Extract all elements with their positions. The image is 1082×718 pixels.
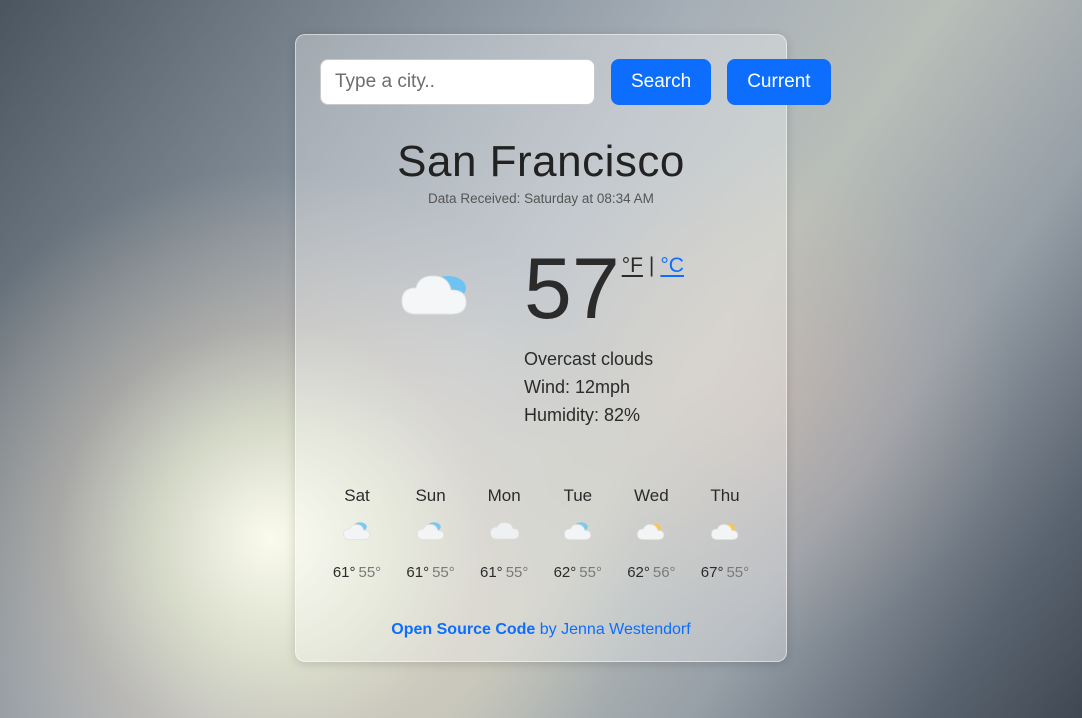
forecast-day-temps: 62°56° xyxy=(627,564,675,581)
unit-toggle: °F | °C xyxy=(622,254,684,278)
data-received-timestamp: Data Received: Saturday at 08:34 AM xyxy=(320,191,762,206)
forecast-day-label: Tue xyxy=(563,486,592,506)
weather-card: Search Current San Francisco Data Receiv… xyxy=(295,34,787,662)
cloud-overcast-icon xyxy=(416,518,446,546)
forecast-day-temps: 61°55° xyxy=(333,564,381,581)
cloud-overcast-icon xyxy=(563,518,593,546)
current-location-button[interactable]: Current xyxy=(727,59,830,105)
cloud-overcast-icon xyxy=(342,518,372,546)
unit-celsius[interactable]: °C xyxy=(660,254,684,278)
city-name: San Francisco xyxy=(320,137,762,187)
forecast-day: Wed 62°56° xyxy=(620,486,682,581)
forecast-lo: 56° xyxy=(653,564,676,581)
current-weather: 57 °F | °C Overcast clouds Wind: 12mph H… xyxy=(320,246,762,430)
unit-fahrenheit[interactable]: °F xyxy=(622,254,643,278)
forecast-day-label: Wed xyxy=(634,486,669,506)
forecast-lo: 55° xyxy=(432,564,455,581)
forecast-lo: 55° xyxy=(506,564,529,581)
forecast-day-temps: 61°55° xyxy=(480,564,528,581)
temperature-block: 57 °F | °C Overcast clouds Wind: 12mph H… xyxy=(524,246,684,430)
forecast-hi: 61° xyxy=(406,564,429,581)
forecast-day: Mon 61°55° xyxy=(473,486,535,581)
search-button[interactable]: Search xyxy=(611,59,711,105)
forecast-hi: 62° xyxy=(627,564,650,581)
forecast-day-label: Sat xyxy=(344,486,370,506)
forecast-day-label: Mon xyxy=(488,486,521,506)
cloud-sun-icon xyxy=(710,518,740,546)
forecast-lo: 55° xyxy=(359,564,382,581)
weather-humidity: Humidity: 82% xyxy=(524,402,684,430)
forecast-day: Sat 61°55° xyxy=(326,486,388,581)
forecast-hi: 67° xyxy=(701,564,724,581)
current-weather-icon xyxy=(398,268,482,333)
footer: Open Source Code by Jenna Westendorf xyxy=(320,621,762,639)
forecast-day-temps: 61°55° xyxy=(406,564,454,581)
weather-description: Overcast clouds xyxy=(524,346,684,374)
forecast-row: Sat 61°55° Sun 61°55° Mon 61°55° Tue 62°… xyxy=(320,486,762,581)
forecast-lo: 55° xyxy=(579,564,602,581)
open-source-link[interactable]: Open Source Code xyxy=(391,621,535,638)
forecast-day-label: Sun xyxy=(415,486,445,506)
forecast-day-label: Thu xyxy=(710,486,739,506)
forecast-hi: 61° xyxy=(480,564,503,581)
forecast-day-temps: 62°55° xyxy=(554,564,602,581)
footer-byline: by Jenna Westendorf xyxy=(535,621,690,638)
weather-wind: Wind: 12mph xyxy=(524,374,684,402)
cloud-overcast-icon xyxy=(398,268,482,328)
forecast-day: Tue 62°55° xyxy=(547,486,609,581)
temperature-line: 57 °F | °C xyxy=(524,246,684,332)
forecast-hi: 62° xyxy=(554,564,577,581)
forecast-day: Thu 67°55° xyxy=(694,486,756,581)
forecast-hi: 61° xyxy=(333,564,356,581)
cloud-sun-icon xyxy=(636,518,666,546)
forecast-day: Sun 61°55° xyxy=(400,486,462,581)
temperature-value: 57 xyxy=(524,246,620,332)
search-row: Search Current xyxy=(320,59,762,105)
unit-separator: | xyxy=(649,254,654,278)
forecast-lo: 55° xyxy=(726,564,749,581)
weather-details: Overcast clouds Wind: 12mph Humidity: 82… xyxy=(524,346,684,430)
city-search-input[interactable] xyxy=(320,59,595,105)
cloud-icon xyxy=(489,518,519,546)
forecast-day-temps: 67°55° xyxy=(701,564,749,581)
